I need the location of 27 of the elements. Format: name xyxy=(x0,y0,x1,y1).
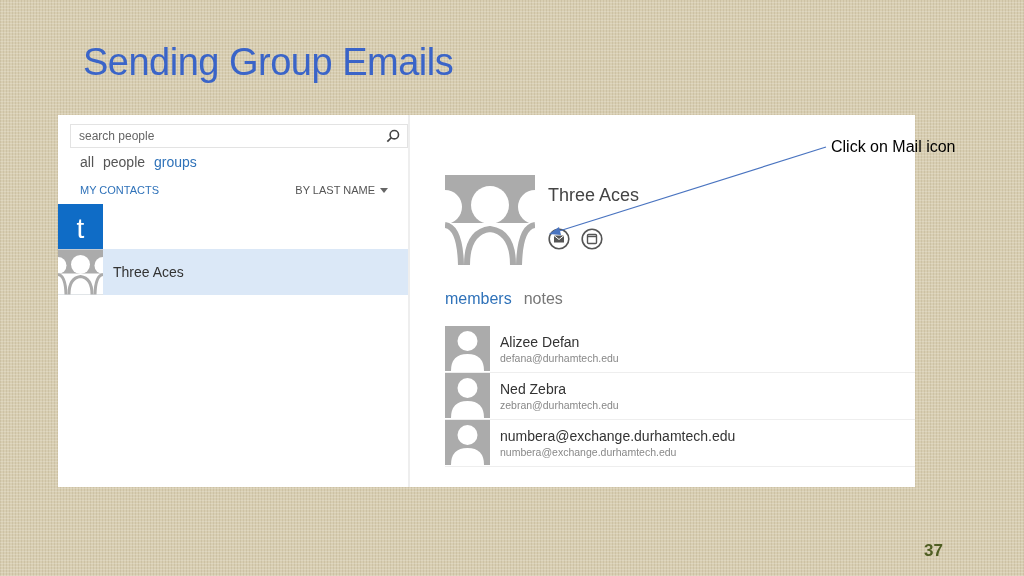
section-tab[interactable]: members xyxy=(445,290,512,308)
contact-row[interactable]: Three Aces xyxy=(58,249,408,295)
member-email: zebran@durhamtech.edu xyxy=(500,399,619,411)
group-name: Three Aces xyxy=(548,185,640,206)
letter-tile[interactable]: t xyxy=(58,204,103,249)
person-avatar xyxy=(445,373,490,418)
filter-tab[interactable]: all xyxy=(80,154,94,170)
search-field[interactable]: search people xyxy=(70,124,408,148)
person-avatar xyxy=(445,420,490,465)
member-email: defana@durhamtech.edu xyxy=(500,352,619,364)
member-name: Ned Zebra xyxy=(500,381,568,397)
list-title: MY CONTACTS xyxy=(80,184,160,196)
caret-icon xyxy=(380,187,388,193)
search-icon[interactable] xyxy=(386,129,400,143)
page-number: 37 xyxy=(924,541,943,561)
section-tab[interactable]: notes xyxy=(523,290,563,308)
member-name: numbera@exchange.durhamtech.edu xyxy=(500,428,736,444)
filter-tab[interactable]: groups xyxy=(154,154,197,170)
filter-tab[interactable]: people xyxy=(103,154,146,170)
callout-text: Click on Mail icon xyxy=(831,138,956,156)
slide-title: Sending Group Emails xyxy=(83,40,455,85)
mail-icon[interactable] xyxy=(548,228,570,250)
sort-dropdown[interactable]: BY LAST NAME xyxy=(295,184,388,196)
member-name: Alizee Defan xyxy=(500,334,581,350)
person-avatar xyxy=(445,326,490,371)
member-email: numbera@exchange.durhamtech.edu xyxy=(500,446,678,458)
calendar-icon[interactable] xyxy=(581,228,603,250)
